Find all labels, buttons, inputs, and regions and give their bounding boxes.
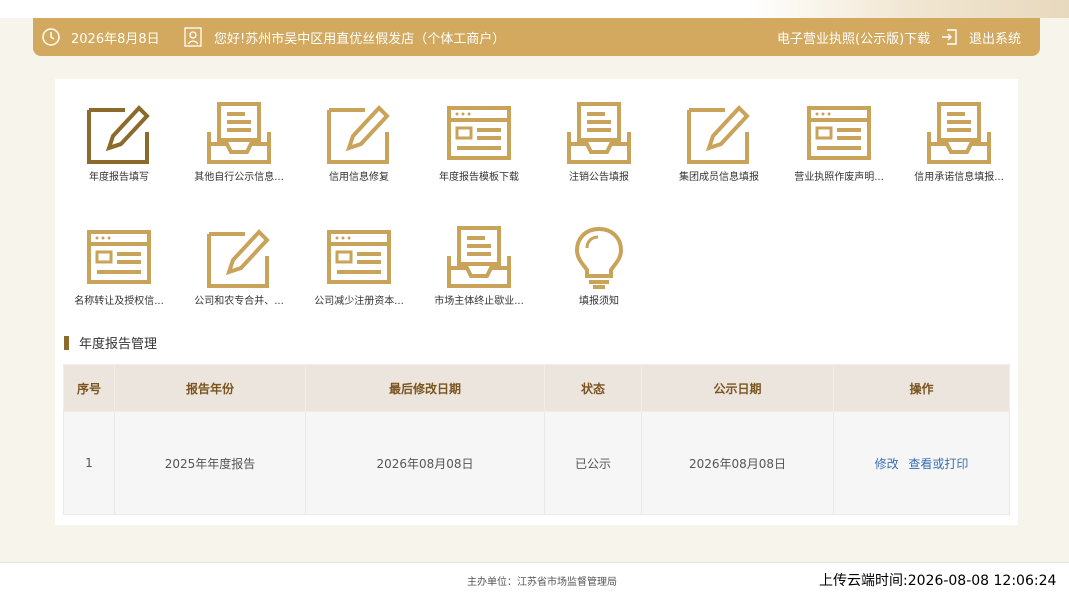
cell-index: 1 <box>63 411 115 515</box>
annual-report-table: 序号 报告年份 最后修改日期 状态 公示日期 操作 1 2025年年度报告 20… <box>63 364 1010 515</box>
logout-label[interactable]: 退出系统 <box>969 28 1021 47</box>
sponsor-org: 主办单位：江苏省市场监督管理局 <box>467 577 617 588</box>
column-header-actions: 操作 <box>833 364 1010 412</box>
tile-report-template-download[interactable]: 年度报告模板下载 <box>417 102 537 192</box>
lightbulb-icon[interactable] <box>565 226 633 290</box>
tile-name-transfer[interactable]: 名称转让及授权信... <box>57 226 177 316</box>
inbox-icon[interactable] <box>925 102 993 166</box>
tile-credit-repair[interactable]: 信用信息修复 <box>297 102 417 192</box>
form-window-icon[interactable] <box>445 102 513 166</box>
tile-label: 信用承诺信息填报... <box>914 172 1004 183</box>
tile-label: 信用信息修复 <box>329 172 389 183</box>
table-row: 1 2025年年度报告 2026年08月08日 已公示 2026年08月08日 … <box>63 411 1010 515</box>
tile-filing-instructions[interactable]: 填报须知 <box>537 226 657 316</box>
edit-icon[interactable] <box>205 226 273 290</box>
date-area: 2026年8月8日 <box>41 18 160 56</box>
footer: 主办单位：江苏省市场监督管理局 上传云端时间:2026-08-08 12:06:… <box>0 563 1069 592</box>
tile-deregistration-notice[interactable]: 注销公告填报 <box>537 102 657 192</box>
upload-time: 上传云端时间:2026-08-08 12:06:24 <box>819 573 1057 589</box>
tile-license-void-statement[interactable]: 营业执照作废声明... <box>777 102 897 192</box>
license-download-link[interactable]: 电子营业执照(公示版)下载 <box>777 18 930 56</box>
tile-label: 公司和农专合并、... <box>194 296 284 307</box>
tile-label: 年度报告模板下载 <box>439 172 519 183</box>
cell-year: 2025年年度报告 <box>114 411 306 515</box>
current-date: 2026年8月8日 <box>71 31 160 47</box>
top-decoration <box>0 0 1069 18</box>
table-header-row: 序号 报告年份 最后修改日期 状态 公示日期 操作 <box>63 364 1010 412</box>
edit-link[interactable]: 修改 <box>875 457 899 471</box>
section-marker <box>64 335 69 350</box>
cell-status: 已公示 <box>544 411 642 515</box>
tile-label: 填报须知 <box>579 296 619 307</box>
tile-group-member-info[interactable]: 集团成员信息填报 <box>657 102 777 192</box>
tile-label: 集团成员信息填报 <box>679 172 759 183</box>
section-title: 年度报告管理 <box>64 333 157 352</box>
edit-icon[interactable] <box>685 102 753 166</box>
header-bar: 2026年8月8日 您好!苏州市吴中区用直优丝假发店（个体工商户） 电子营业执照… <box>33 18 1040 56</box>
tile-capital-reduction[interactable]: 公司减少注册资本... <box>297 226 417 316</box>
tile-company-merger[interactable]: 公司和农专合并、... <box>177 226 297 316</box>
inbox-icon[interactable] <box>205 102 273 166</box>
tile-label: 其他自行公示信息... <box>194 172 284 183</box>
tile-label: 名称转让及授权信... <box>74 296 164 307</box>
tile-label: 公司减少注册资本... <box>314 296 404 307</box>
edit-icon[interactable] <box>325 102 393 166</box>
column-header-modified: 最后修改日期 <box>305 364 545 412</box>
inbox-icon[interactable] <box>565 102 633 166</box>
license-download-label[interactable]: 电子营业执照(公示版)下载 <box>777 28 930 47</box>
inbox-icon[interactable] <box>445 226 513 290</box>
tile-label: 营业执照作废声明... <box>794 172 884 183</box>
column-header-published: 公示日期 <box>641 364 834 412</box>
logout-button[interactable]: 退出系统 <box>940 18 1021 56</box>
tile-credit-commitment[interactable]: 信用承诺信息填报... <box>897 102 1017 192</box>
form-window-icon[interactable] <box>85 226 153 290</box>
edit-icon[interactable] <box>85 102 153 166</box>
form-window-icon[interactable] <box>805 102 873 166</box>
logout-icon[interactable] <box>940 27 960 47</box>
clock-icon <box>41 27 61 47</box>
tile-label: 注销公告填报 <box>569 172 629 183</box>
greeting-area: 您好!苏州市吴中区用直优丝假发店（个体工商户） <box>184 18 505 56</box>
cell-published: 2026年08月08日 <box>641 411 834 515</box>
greeting-text: 您好!苏州市吴中区用直优丝假发店（个体工商户） <box>214 31 506 47</box>
view-print-link[interactable]: 查看或打印 <box>908 457 968 471</box>
column-header-year: 报告年份 <box>114 364 306 412</box>
section-title-text: 年度报告管理 <box>79 337 158 352</box>
tile-label: 市场主体终止歇业... <box>434 296 524 307</box>
user-icon <box>184 27 202 47</box>
tile-market-entity-suspension[interactable]: 市场主体终止歇业... <box>417 226 537 316</box>
tile-other-self-disclosure[interactable]: 其他自行公示信息... <box>177 102 297 192</box>
column-header-index: 序号 <box>63 364 115 412</box>
cell-actions: 修改 查看或打印 <box>833 411 1010 515</box>
tile-annual-report-fill[interactable]: 年度报告填写 <box>57 102 177 192</box>
form-window-icon[interactable] <box>325 226 393 290</box>
tile-label: 年度报告填写 <box>89 172 149 183</box>
cell-modified: 2026年08月08日 <box>305 411 545 515</box>
column-header-status: 状态 <box>544 364 642 412</box>
